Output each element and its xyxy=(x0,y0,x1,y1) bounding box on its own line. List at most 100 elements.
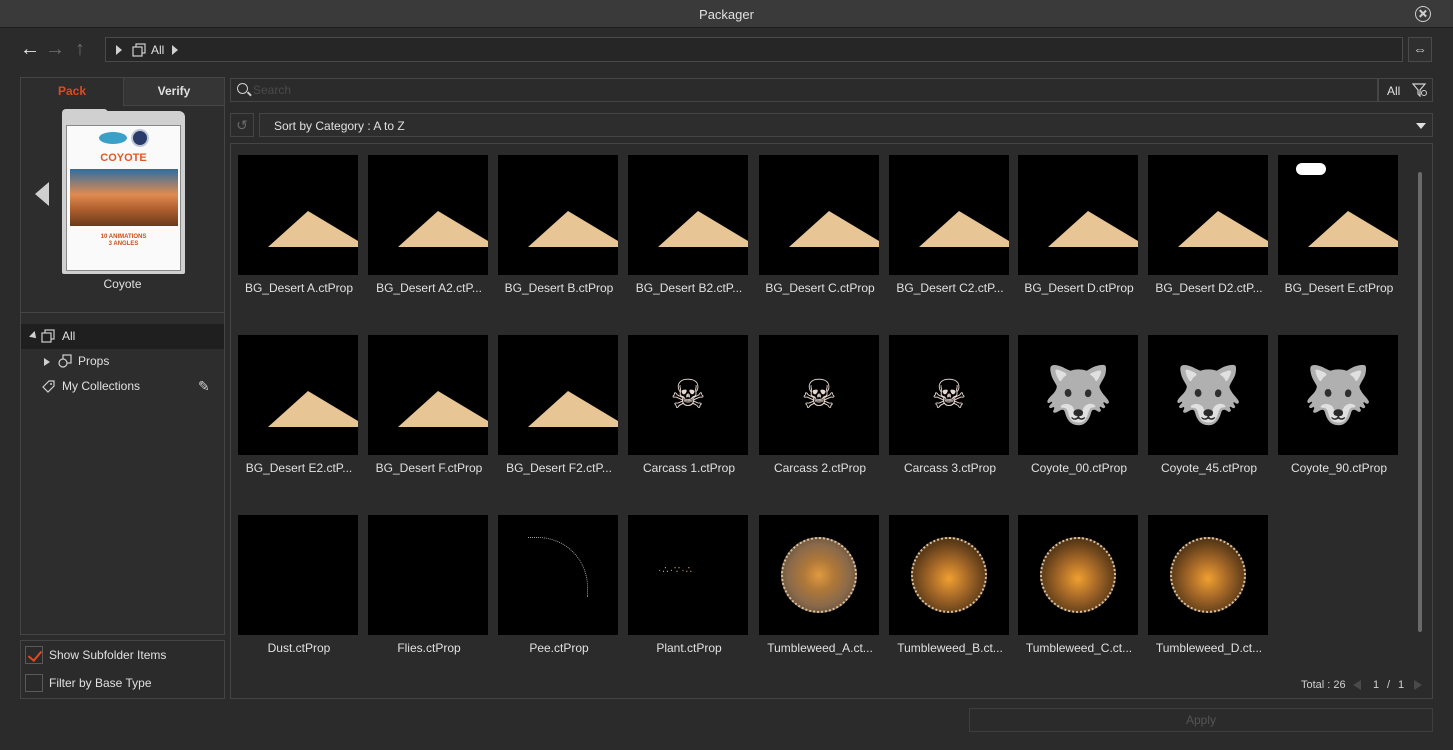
asset-thumbnail[interactable]: 🐺 xyxy=(1148,335,1268,455)
left-panel: Pack Verify COYOTE 10 ANIMATIONS 3 ANGLE… xyxy=(20,77,225,635)
asset-item[interactable]: ☠ Carcass 3.ctProp xyxy=(882,324,1012,475)
asset-thumbnail[interactable]: ☠ xyxy=(759,335,879,455)
asset-thumbnail[interactable] xyxy=(498,335,618,455)
apply-button[interactable]: Apply xyxy=(969,708,1433,732)
asset-thumbnail[interactable]: ☠ xyxy=(889,335,1009,455)
close-icon[interactable] xyxy=(1415,6,1431,22)
asset-item[interactable]: BG_Desert C.ctProp xyxy=(752,144,882,295)
carcass-icon: ☠ xyxy=(670,373,706,417)
tab-verify[interactable]: Verify xyxy=(123,78,224,106)
asset-thumbnail[interactable] xyxy=(238,155,358,275)
prev-package-icon[interactable] xyxy=(35,182,49,206)
asset-thumbnail[interactable]: 🐺 xyxy=(1018,335,1138,455)
asset-thumbnail[interactable] xyxy=(368,515,488,635)
chevron-down-icon[interactable] xyxy=(1416,123,1426,129)
asset-name: BG_Desert C.ctProp xyxy=(765,281,875,295)
asset-item[interactable]: Pee.ctProp xyxy=(491,504,621,655)
tree-item-props[interactable]: Props xyxy=(21,349,224,374)
tumbleweed-shape xyxy=(911,537,987,613)
asset-thumbnail[interactable] xyxy=(1148,155,1268,275)
asset-name: BG_Desert D.ctProp xyxy=(1024,281,1134,295)
dune-shape xyxy=(528,391,618,427)
asset-name: BG_Desert C2.ctP... xyxy=(896,281,1004,295)
asset-name: Pee.ctProp xyxy=(529,641,589,655)
asset-item[interactable]: 🐺 Coyote_45.ctProp xyxy=(1141,324,1271,475)
asset-item[interactable]: BG_Desert D.ctProp xyxy=(1011,144,1141,295)
pencil-icon[interactable]: ✎ xyxy=(198,378,214,394)
asset-thumbnail[interactable] xyxy=(238,515,358,635)
asset-item[interactable]: BG_Desert D2.ctP... xyxy=(1141,144,1271,295)
asset-item[interactable]: Tumbleweed_B.ct... xyxy=(882,504,1012,655)
asset-item[interactable]: Dust.ctProp xyxy=(231,504,361,655)
asset-item[interactable]: BG_Desert B.ctProp xyxy=(491,144,621,295)
library-icon xyxy=(132,43,146,57)
forward-button[interactable]: → xyxy=(44,38,66,60)
asset-thumbnail[interactable] xyxy=(628,155,748,275)
dune-shape xyxy=(528,211,618,247)
search-input[interactable] xyxy=(253,81,1353,99)
asset-name: Tumbleweed_D.ct... xyxy=(1155,641,1263,655)
asset-item[interactable]: 🐺 Coyote_90.ctProp xyxy=(1271,324,1401,475)
asset-name: Flies.ctProp xyxy=(397,641,461,655)
asset-item[interactable]: ☠ Carcass 1.ctProp xyxy=(621,324,751,475)
dune-shape xyxy=(398,211,488,247)
asset-name: Coyote_90.ctProp xyxy=(1290,461,1388,475)
asset-thumbnail[interactable] xyxy=(368,335,488,455)
asset-item[interactable]: BG_Desert F2.ctP... xyxy=(491,324,621,475)
asset-item[interactable]: BG_Desert F.ctProp xyxy=(361,324,491,475)
filter-icon[interactable] xyxy=(1412,83,1428,97)
next-page-icon[interactable] xyxy=(1414,680,1422,690)
asset-item[interactable]: BG_Desert A.ctProp xyxy=(231,144,361,295)
filter-dropdown[interactable]: All xyxy=(1378,78,1433,102)
asset-thumbnail[interactable] xyxy=(368,155,488,275)
asset-item[interactable]: 🐺 Coyote_00.ctProp xyxy=(1011,324,1141,475)
asset-item[interactable]: BG_Desert C2.ctP... xyxy=(882,144,1012,295)
asset-thumbnail[interactable] xyxy=(1018,155,1138,275)
tree-item-all[interactable]: All xyxy=(21,324,224,349)
expand-arrow-icon[interactable] xyxy=(44,358,50,366)
asset-thumbnail[interactable] xyxy=(1148,515,1268,635)
breadcrumb-all[interactable]: All xyxy=(151,43,164,57)
breadcrumb-arrow-icon[interactable] xyxy=(172,45,178,55)
asset-thumbnail[interactable] xyxy=(1278,155,1398,275)
asset-thumbnail[interactable] xyxy=(1018,515,1138,635)
asset-item[interactable]: Tumbleweed_C.ct... xyxy=(1011,504,1141,655)
asset-item[interactable]: ☠ Carcass 2.ctProp xyxy=(752,324,882,475)
path-bar[interactable]: All xyxy=(105,37,1403,62)
checkbox-icon[interactable] xyxy=(25,646,43,664)
tree-item-collections[interactable]: My Collections ✎ xyxy=(21,374,224,399)
collapse-arrow-icon[interactable] xyxy=(29,331,39,341)
checkbox-icon[interactable] xyxy=(25,674,43,692)
asset-item[interactable]: Tumbleweed_A.ct... xyxy=(752,504,882,655)
swap-view-button[interactable]: ⇔ xyxy=(1408,37,1432,62)
carcass-icon: ☠ xyxy=(931,373,967,417)
asset-thumbnail[interactable]: 🐺 xyxy=(1278,335,1398,455)
asset-thumbnail[interactable] xyxy=(889,155,1009,275)
history-button[interactable]: ↺ xyxy=(230,113,254,137)
prev-page-icon[interactable] xyxy=(1353,680,1361,690)
asset-item[interactable]: Tumbleweed_D.ct... xyxy=(1141,504,1271,655)
asset-thumbnail[interactable] xyxy=(759,515,879,635)
title-bar: Packager xyxy=(0,0,1453,28)
package-thumbnail[interactable]: COYOTE 10 ANIMATIONS 3 ANGLES xyxy=(62,109,185,274)
asset-thumbnail[interactable]: ☠ xyxy=(628,335,748,455)
asset-item[interactable]: BG_Desert B2.ctP... xyxy=(621,144,751,295)
search-icon xyxy=(237,83,248,94)
asset-item[interactable]: ·∴·∵·∴ Plant.ctProp xyxy=(621,504,751,655)
asset-thumbnail[interactable] xyxy=(759,155,879,275)
asset-item[interactable]: Flies.ctProp xyxy=(361,504,491,655)
asset-thumbnail[interactable] xyxy=(498,155,618,275)
asset-thumbnail[interactable] xyxy=(498,515,618,635)
back-button[interactable]: ← xyxy=(19,38,41,60)
sort-dropdown[interactable]: Sort by Category : A to Z xyxy=(259,113,1433,137)
expand-arrow-icon[interactable] xyxy=(116,45,122,55)
asset-item[interactable]: BG_Desert A2.ctP... xyxy=(361,144,491,295)
up-button[interactable]: ↑ xyxy=(69,38,91,60)
asset-item[interactable]: BG_Desert E2.ctP... xyxy=(231,324,361,475)
asset-thumbnail[interactable] xyxy=(238,335,358,455)
vertical-scrollbar[interactable] xyxy=(1418,172,1422,632)
asset-thumbnail[interactable] xyxy=(889,515,1009,635)
tab-pack[interactable]: Pack xyxy=(21,78,123,106)
asset-thumbnail[interactable]: ·∴·∵·∴ xyxy=(628,515,748,635)
asset-item[interactable]: BG_Desert E.ctProp xyxy=(1271,144,1401,295)
